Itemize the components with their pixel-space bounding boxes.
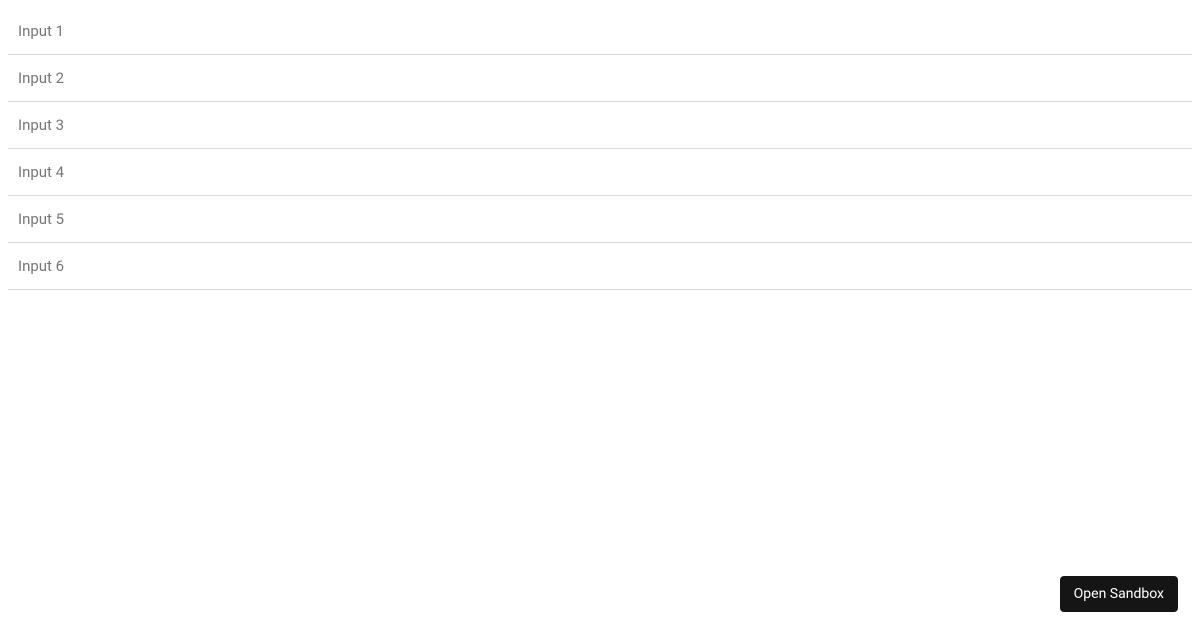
text-input-2[interactable] (8, 55, 1192, 102)
text-input-6[interactable] (8, 243, 1192, 290)
input-list (0, 0, 1200, 290)
text-input-1[interactable] (8, 8, 1192, 55)
text-input-4[interactable] (8, 149, 1192, 196)
text-input-5[interactable] (8, 196, 1192, 243)
open-sandbox-button[interactable]: Open Sandbox (1060, 576, 1178, 612)
text-input-3[interactable] (8, 102, 1192, 149)
